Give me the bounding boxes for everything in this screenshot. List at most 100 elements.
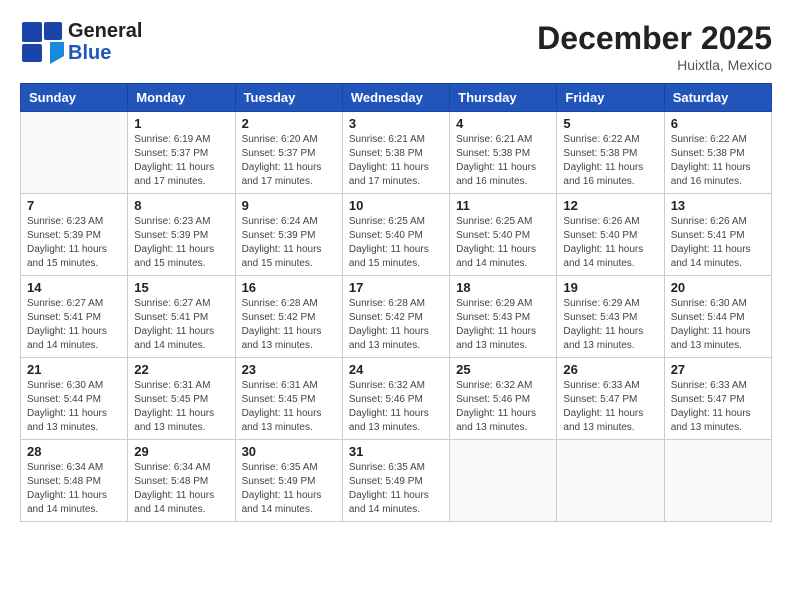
day-number: 22 bbox=[134, 362, 228, 377]
calendar-week-row: 14 Sunrise: 6:27 AMSunset: 5:41 PMDayligh… bbox=[21, 276, 772, 358]
day-number: 5 bbox=[563, 116, 657, 131]
day-info: Sunrise: 6:25 AMSunset: 5:40 PMDaylight:… bbox=[349, 215, 443, 271]
calendar-cell: 26 Sunrise: 6:33 AMSunset: 5:47 PMDayligh… bbox=[557, 358, 664, 440]
day-number: 13 bbox=[671, 198, 765, 213]
calendar-cell: 6Sunrise: 6:22 AMSunset: 5:38 PMDaylight… bbox=[664, 112, 771, 194]
day-info: Sunrise: 6:28 AMSunset: 5:42 PMDaylight:… bbox=[242, 297, 336, 353]
calendar-cell: 13 Sunrise: 6:26 AMSunset: 5:41 PMDayligh… bbox=[664, 194, 771, 276]
day-number: 16 bbox=[242, 280, 336, 295]
day-info: Sunrise: 6:32 AMSunset: 5:46 PMDaylight:… bbox=[349, 379, 443, 435]
calendar-header-monday: Monday bbox=[128, 84, 235, 112]
day-info: Sunrise: 6:27 AMSunset: 5:41 PMDaylight:… bbox=[27, 297, 121, 353]
calendar-cell bbox=[664, 440, 771, 522]
day-number: 30 bbox=[242, 444, 336, 459]
day-number: 28 bbox=[27, 444, 121, 459]
calendar-cell: 19 Sunrise: 6:29 AMSunset: 5:43 PMDayligh… bbox=[557, 276, 664, 358]
calendar-cell: 27Sunrise: 6:33 AMSunset: 5:47 PMDayligh… bbox=[664, 358, 771, 440]
calendar-cell: 24Sunrise: 6:32 AMSunset: 5:46 PMDayligh… bbox=[342, 358, 449, 440]
calendar-header-saturday: Saturday bbox=[664, 84, 771, 112]
calendar-cell: 20 Sunrise: 6:30 AMSunset: 5:44 PMDayligh… bbox=[664, 276, 771, 358]
day-number: 7 bbox=[27, 198, 121, 213]
day-info: Sunrise: 6:32 AMSunset: 5:46 PMDaylight:… bbox=[456, 379, 550, 435]
calendar-header-wednesday: Wednesday bbox=[342, 84, 449, 112]
day-info: Sunrise: 6:34 AMSunset: 5:48 PMDaylight:… bbox=[134, 461, 228, 517]
day-info: Sunrise: 6:31 AMSunset: 5:45 PMDaylight:… bbox=[242, 379, 336, 435]
calendar-cell: 28 Sunrise: 6:34 AMSunset: 5:48 PMDayligh… bbox=[21, 440, 128, 522]
calendar-cell: 21Sunrise: 6:30 AMSunset: 5:44 PMDayligh… bbox=[21, 358, 128, 440]
day-info: Sunrise: 6:30 AMSunset: 5:44 PMDaylight:… bbox=[671, 297, 765, 353]
calendar-cell: 10 Sunrise: 6:25 AMSunset: 5:40 PMDayligh… bbox=[342, 194, 449, 276]
calendar-cell: 29 Sunrise: 6:34 AMSunset: 5:48 PMDayligh… bbox=[128, 440, 235, 522]
calendar-cell: 18Sunrise: 6:29 AMSunset: 5:43 PMDayligh… bbox=[450, 276, 557, 358]
calendar-week-row: 28 Sunrise: 6:34 AMSunset: 5:48 PMDayligh… bbox=[21, 440, 772, 522]
day-number: 21 bbox=[27, 362, 121, 377]
day-number: 19 bbox=[563, 280, 657, 295]
day-number: 29 bbox=[134, 444, 228, 459]
calendar-cell: 8 Sunrise: 6:23 AMSunset: 5:39 PMDaylight… bbox=[128, 194, 235, 276]
day-info: Sunrise: 6:31 AMSunset: 5:45 PMDaylight:… bbox=[134, 379, 228, 435]
day-info: Sunrise: 6:21 AMSunset: 5:38 PMDaylight:… bbox=[456, 133, 550, 189]
day-info: Sunrise: 6:22 AMSunset: 5:38 PMDaylight:… bbox=[671, 133, 765, 189]
day-number: 10 bbox=[349, 198, 443, 213]
day-number: 27 bbox=[671, 362, 765, 377]
day-info: Sunrise: 6:33 AMSunset: 5:47 PMDaylight:… bbox=[563, 379, 657, 435]
day-number: 3 bbox=[349, 116, 443, 131]
calendar-week-row: 21Sunrise: 6:30 AMSunset: 5:44 PMDayligh… bbox=[21, 358, 772, 440]
day-info: Sunrise: 6:28 AMSunset: 5:42 PMDaylight:… bbox=[349, 297, 443, 353]
calendar-cell: 31 Sunrise: 6:35 AMSunset: 5:49 PMDayligh… bbox=[342, 440, 449, 522]
calendar-cell: 7 Sunrise: 6:23 AMSunset: 5:39 PMDaylight… bbox=[21, 194, 128, 276]
day-number: 25 bbox=[456, 362, 550, 377]
calendar-cell: 12 Sunrise: 6:26 AMSunset: 5:40 PMDayligh… bbox=[557, 194, 664, 276]
day-number: 26 bbox=[563, 362, 657, 377]
logo-general: General bbox=[68, 20, 142, 42]
day-number: 23 bbox=[242, 362, 336, 377]
location-subtitle: Huixtla, Mexico bbox=[537, 57, 772, 73]
day-info: Sunrise: 6:29 AMSunset: 5:43 PMDaylight:… bbox=[563, 297, 657, 353]
calendar-cell: 9 Sunrise: 6:24 AMSunset: 5:39 PMDaylight… bbox=[235, 194, 342, 276]
calendar-cell: 25 Sunrise: 6:32 AMSunset: 5:46 PMDayligh… bbox=[450, 358, 557, 440]
day-number: 1 bbox=[134, 116, 228, 131]
day-number: 18 bbox=[456, 280, 550, 295]
day-info: Sunrise: 6:26 AMSunset: 5:41 PMDaylight:… bbox=[671, 215, 765, 271]
month-title: December 2025 bbox=[537, 20, 772, 57]
logo-blue: Blue bbox=[68, 42, 142, 64]
day-info: Sunrise: 6:27 AMSunset: 5:41 PMDaylight:… bbox=[134, 297, 228, 353]
day-info: Sunrise: 6:23 AMSunset: 5:39 PMDaylight:… bbox=[134, 215, 228, 271]
day-info: Sunrise: 6:35 AMSunset: 5:49 PMDaylight:… bbox=[349, 461, 443, 517]
day-info: Sunrise: 6:19 AMSunset: 5:37 PMDaylight:… bbox=[134, 133, 228, 189]
day-number: 14 bbox=[27, 280, 121, 295]
day-info: Sunrise: 6:23 AMSunset: 5:39 PMDaylight:… bbox=[27, 215, 121, 271]
calendar-cell: 22 Sunrise: 6:31 AMSunset: 5:45 PMDayligh… bbox=[128, 358, 235, 440]
day-number: 4 bbox=[456, 116, 550, 131]
calendar-cell: 30Sunrise: 6:35 AMSunset: 5:49 PMDayligh… bbox=[235, 440, 342, 522]
day-info: Sunrise: 6:26 AMSunset: 5:40 PMDaylight:… bbox=[563, 215, 657, 271]
title-section: December 2025 Huixtla, Mexico bbox=[537, 20, 772, 73]
day-number: 15 bbox=[134, 280, 228, 295]
calendar-cell bbox=[450, 440, 557, 522]
day-number: 20 bbox=[671, 280, 765, 295]
calendar-cell: 5 Sunrise: 6:22 AMSunset: 5:38 PMDaylight… bbox=[557, 112, 664, 194]
logo: General Blue bbox=[20, 20, 142, 64]
calendar-header-sunday: Sunday bbox=[21, 84, 128, 112]
day-number: 11 bbox=[456, 198, 550, 213]
calendar-cell: 11 Sunrise: 6:25 AMSunset: 5:40 PMDayligh… bbox=[450, 194, 557, 276]
day-info: Sunrise: 6:21 AMSunset: 5:38 PMDaylight:… bbox=[349, 133, 443, 189]
calendar-cell bbox=[21, 112, 128, 194]
day-number: 12 bbox=[563, 198, 657, 213]
calendar-cell: 1 Sunrise: 6:19 AMSunset: 5:37 PMDaylight… bbox=[128, 112, 235, 194]
day-info: Sunrise: 6:22 AMSunset: 5:38 PMDaylight:… bbox=[563, 133, 657, 189]
day-info: Sunrise: 6:25 AMSunset: 5:40 PMDaylight:… bbox=[456, 215, 550, 271]
day-number: 31 bbox=[349, 444, 443, 459]
day-info: Sunrise: 6:34 AMSunset: 5:48 PMDaylight:… bbox=[27, 461, 121, 517]
calendar-cell bbox=[557, 440, 664, 522]
day-info: Sunrise: 6:24 AMSunset: 5:39 PMDaylight:… bbox=[242, 215, 336, 271]
page-header: General Blue December 2025 Huixtla, Mexi… bbox=[20, 20, 772, 73]
calendar-week-row: 1 Sunrise: 6:19 AMSunset: 5:37 PMDaylight… bbox=[21, 112, 772, 194]
day-number: 17 bbox=[349, 280, 443, 295]
day-info: Sunrise: 6:20 AMSunset: 5:37 PMDaylight:… bbox=[242, 133, 336, 189]
calendar-header-thursday: Thursday bbox=[450, 84, 557, 112]
calendar-cell: 23 Sunrise: 6:31 AMSunset: 5:45 PMDayligh… bbox=[235, 358, 342, 440]
calendar-cell: 4 Sunrise: 6:21 AMSunset: 5:38 PMDaylight… bbox=[450, 112, 557, 194]
day-number: 8 bbox=[134, 198, 228, 213]
day-number: 9 bbox=[242, 198, 336, 213]
